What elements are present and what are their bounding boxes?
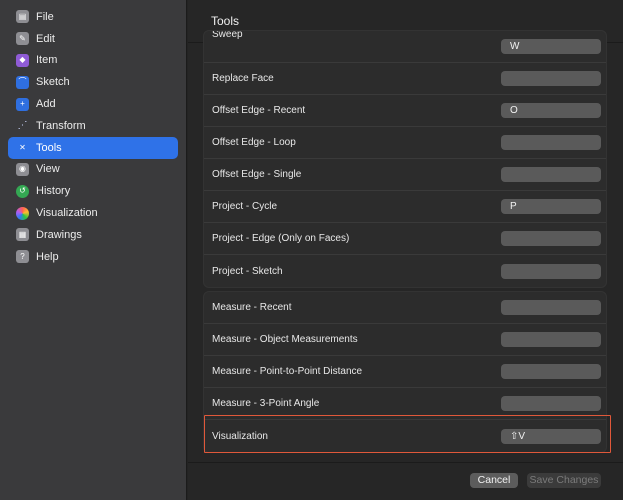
sidebar-item-tools[interactable]: ✕ Tools	[8, 136, 178, 159]
shortcut-label: Project - Edge (Only on Faces)	[212, 233, 350, 244]
shortcut-field[interactable]	[501, 263, 601, 279]
save-changes-button[interactable]: Save Changes	[527, 473, 601, 488]
sidebar-item-history[interactable]: ↺ History	[8, 180, 178, 202]
cube-icon: ◆	[16, 53, 29, 67]
shortcut-label: Offset Edge - Single	[212, 169, 302, 180]
shortcut-label: Measure - Object Measurements	[212, 334, 358, 345]
shortcut-label: Measure - 3-Point Angle	[212, 398, 320, 409]
sidebar-item-label: Edit	[36, 32, 55, 45]
shortcut-label: Offset Edge - Loop	[212, 137, 296, 148]
shortcut-row: Project - Edge (Only on Faces)	[204, 223, 606, 255]
footer-divider	[188, 462, 623, 463]
sidebar-item-label: View	[36, 163, 60, 176]
shortcut-label: Visualization	[212, 430, 268, 442]
shortcut-field[interactable]	[501, 231, 601, 246]
shortcut-row: Replace Face	[204, 63, 606, 95]
sidebar: ▤ File ✎ Edit ◆ Item ⌒ Sketch + Add ⋰ Tr…	[0, 0, 187, 500]
eye-icon: ◉	[16, 162, 29, 176]
palette-icon	[16, 206, 29, 220]
shortcut-row: Measure - Point-to-Point Distance	[204, 356, 606, 388]
sidebar-item-label: History	[36, 185, 71, 198]
shortcut-field[interactable]	[501, 396, 601, 411]
sidebar-item-add[interactable]: + Add	[8, 93, 178, 115]
drawings-icon: ▦	[16, 228, 29, 242]
transform-icon: ⋰	[17, 119, 28, 131]
sidebar-item-help[interactable]: ? Help	[8, 246, 178, 268]
history-icon: ↺	[16, 184, 29, 198]
shortcut-field[interactable]	[501, 167, 601, 182]
shortcut-row: Offset Edge - Recent O	[204, 95, 606, 127]
shortcut-row: Offset Edge - Loop	[204, 127, 606, 159]
shortcut-field[interactable]: O	[501, 103, 601, 118]
shortcut-field[interactable]	[501, 300, 601, 315]
shortcut-field[interactable]	[501, 71, 601, 86]
sidebar-item-label: Visualization	[36, 207, 98, 220]
sidebar-item-label: Drawings	[36, 228, 82, 241]
shortcut-row: Measure - 3-Point Angle	[204, 388, 606, 420]
shortcut-label: Sweep	[212, 30, 243, 40]
shortcut-row: Offset Edge - Single	[204, 159, 606, 191]
sidebar-item-transform[interactable]: ⋰ Transform	[8, 115, 178, 137]
shortcut-group-measure: Measure - Recent Measure - Object Measur…	[203, 291, 607, 453]
tools-icon: ✕	[19, 142, 26, 152]
shortcut-row: Measure - Recent	[204, 292, 606, 324]
sidebar-item-label: Sketch	[36, 76, 70, 89]
shortcut-row: Sweep W	[204, 31, 606, 63]
shortcut-label: Project - Cycle	[212, 201, 278, 212]
shortcut-label: Measure - Point-to-Point Distance	[212, 366, 363, 377]
shortcut-field[interactable]	[501, 332, 601, 347]
shortcut-row: Project - Cycle P	[204, 191, 606, 223]
shortcut-row: Visualization ⇧V	[204, 420, 606, 452]
shortcut-row: Measure - Object Measurements	[204, 324, 606, 356]
shortcut-field[interactable]	[501, 364, 601, 379]
shortcut-field[interactable]: ⇧V	[501, 428, 601, 444]
shortcut-field[interactable]	[501, 135, 601, 150]
shortcut-label: Offset Edge - Recent	[212, 105, 306, 116]
sidebar-item-visualization[interactable]: Visualization	[8, 202, 178, 224]
sidebar-item-sketch[interactable]: ⌒ Sketch	[8, 71, 178, 93]
sidebar-item-item[interactable]: ◆ Item	[8, 50, 178, 72]
sidebar-item-label: File	[36, 10, 54, 23]
sidebar-item-label: Add	[36, 98, 56, 111]
shortcut-row: Project - Sketch	[204, 255, 606, 287]
shortcut-label: Replace Face	[212, 73, 274, 84]
shortcut-label: Measure - Recent	[212, 302, 292, 313]
shortcut-field[interactable]: W	[501, 39, 601, 54]
sidebar-item-drawings[interactable]: ▦ Drawings	[8, 224, 178, 246]
shortcut-field[interactable]: P	[501, 199, 601, 214]
sidebar-item-view[interactable]: ◉ View	[8, 159, 178, 181]
help-icon: ?	[16, 250, 29, 264]
plus-icon: +	[16, 97, 29, 111]
sidebar-item-label: Help	[36, 250, 59, 263]
sidebar-item-label: Tools	[36, 141, 62, 154]
page-title: Tools	[211, 14, 240, 28]
file-icon: ▤	[16, 10, 29, 24]
shortcut-group-tools: Sweep W Replace Face Offset Edge - Recen…	[203, 30, 607, 288]
edit-icon: ✎	[16, 32, 29, 46]
sidebar-item-label: Item	[36, 54, 58, 67]
sketch-icon: ⌒	[16, 75, 29, 89]
cancel-button[interactable]: Cancel	[470, 473, 518, 488]
main-panel: Tools Sweep W Replace Face Offset Edge -…	[188, 0, 623, 500]
sidebar-item-label: Transform	[36, 119, 86, 132]
shortcut-label: Project - Sketch	[212, 265, 283, 277]
sidebar-item-edit[interactable]: ✎ Edit	[8, 28, 178, 50]
sidebar-item-file[interactable]: ▤ File	[8, 6, 178, 28]
